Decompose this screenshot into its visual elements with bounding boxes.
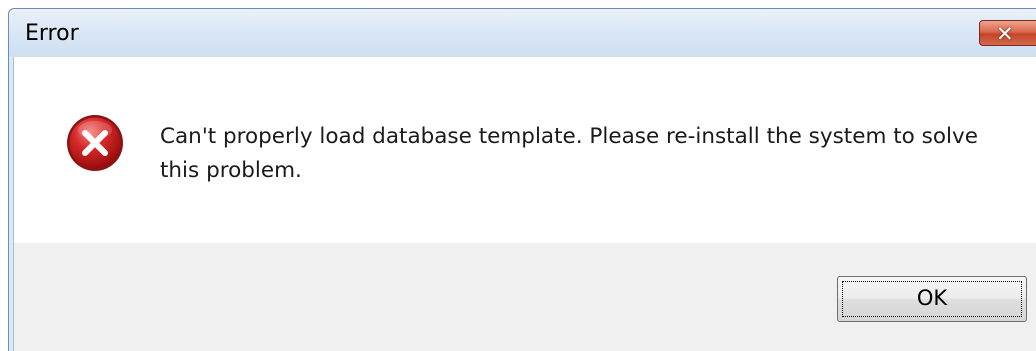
title-bar[interactable]: Error ✕ — [9, 9, 1036, 57]
ok-button-label: OK — [916, 286, 948, 310]
error-icon — [67, 115, 123, 171]
error-message: Can't properly load database template. P… — [160, 124, 978, 183]
message-area: Can't properly load database template. P… — [14, 57, 1036, 243]
ok-button[interactable]: OK — [837, 276, 1027, 322]
window-title: Error — [25, 21, 79, 46]
close-icon: ✕ — [996, 22, 1014, 46]
error-dialog: Error ✕ Can't properly load database tem… — [8, 8, 1036, 351]
close-button[interactable]: ✕ — [979, 20, 1036, 46]
dialog-client-area: Can't properly load database template. P… — [13, 57, 1036, 351]
